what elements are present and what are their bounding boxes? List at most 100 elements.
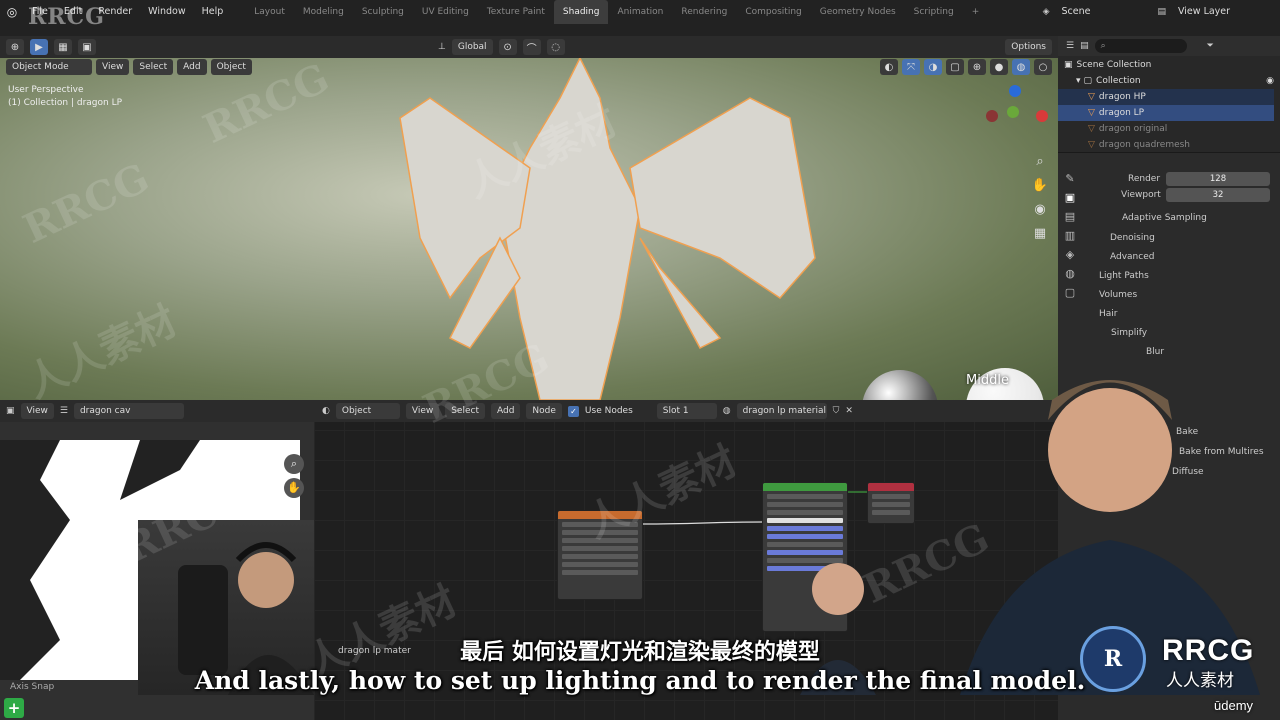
view-layer-tab-icon[interactable]: ▥ [1065, 229, 1075, 242]
menu-help[interactable]: Help [194, 0, 232, 24]
proportional-edit-icon[interactable]: ◌ [546, 39, 565, 55]
gizmo-y-axis[interactable] [1007, 106, 1019, 118]
image-selector[interactable]: dragon cav [73, 403, 184, 419]
outliner-item-dragon-lp[interactable]: ▽ dragon LP [1058, 105, 1274, 121]
outliner-search-field[interactable]: ⌕ [1094, 39, 1187, 53]
grid-view-icon[interactable]: ▦ [1030, 224, 1050, 244]
node-socket [872, 510, 910, 515]
view-layer-selector[interactable]: View Layer [1170, 0, 1280, 24]
collection-expand-icon[interactable]: ▾ [1076, 76, 1081, 86]
pan-hand-icon[interactable]: ✋ [1030, 176, 1050, 196]
camera-icon[interactable]: ◉ [1030, 200, 1050, 220]
editor-type-icon[interactable]: ▣ [6, 406, 15, 416]
viewport-menu-add[interactable]: Add [177, 59, 207, 75]
outliner-collection[interactable]: ▾ ▢ Collection ◉ [1058, 73, 1274, 89]
section-hair[interactable]: Hair [1099, 309, 1117, 319]
workspace-tab-layout[interactable]: Layout [245, 0, 294, 24]
viewport-menu-view[interactable]: View [96, 59, 130, 75]
view-layer-icon: ▤ [1157, 7, 1166, 17]
editor-type-icon[interactable]: ◐ [322, 406, 330, 416]
workspace-tab-uv-editing[interactable]: UV Editing [413, 0, 478, 24]
xray-icon[interactable]: ▢ [946, 59, 964, 75]
select-tool-icon[interactable]: ▶ [30, 39, 48, 55]
workspace-tab-scripting[interactable]: Scripting [905, 0, 963, 24]
section-simplify[interactable]: Simplify [1111, 328, 1147, 338]
section-denoising[interactable]: Denoising [1110, 233, 1155, 243]
collection-eye-icon[interactable]: ◉ [1266, 76, 1274, 86]
workspace-tab-rendering[interactable]: Rendering [672, 0, 736, 24]
scene-selector[interactable]: Scene [1053, 0, 1157, 24]
image-zoom-icon[interactable]: ⌕ [284, 454, 304, 474]
gizmo-z-axis[interactable] [1009, 85, 1021, 97]
gizmo-x-axis[interactable] [1036, 110, 1048, 122]
workspace-tab-texture-paint[interactable]: Texture Paint [478, 0, 554, 24]
outliner-type-icon[interactable]: ☰ [1066, 41, 1074, 51]
object-tab-icon[interactable]: ▢ [1065, 286, 1075, 299]
world-tab-icon[interactable]: ◍ [1065, 267, 1075, 280]
outliner-item-dragon-hp[interactable]: ▽ dragon HP [1058, 89, 1274, 105]
outliner-scene-collection[interactable]: ▣ Scene Collection [1058, 57, 1274, 73]
output-tab-icon[interactable]: ▤ [1065, 210, 1075, 223]
outliner-header: ☰ ▤ ⌕ ⏷ [1058, 36, 1280, 56]
outliner-item-dragon-quadremesh[interactable]: ▽ dragon quadremesh [1058, 137, 1274, 153]
gizmo-neg-x-axis[interactable] [986, 110, 998, 122]
shading-solid-icon[interactable]: ● [990, 59, 1008, 75]
shading-wireframe-icon[interactable]: ⊕ [968, 59, 986, 75]
tool-tab-icon[interactable]: ✎ [1065, 172, 1074, 185]
editor-type-icon[interactable]: ⊕ [6, 39, 24, 55]
image-pan-icon[interactable]: ✋ [284, 478, 304, 498]
shader-type-dropdown[interactable]: Object [335, 403, 400, 419]
filter-icon[interactable]: ⏷ [1207, 41, 1214, 51]
rrcg-logo-text: RRCG [1162, 634, 1255, 667]
options-dropdown[interactable]: Options [1005, 39, 1052, 55]
section-adaptive-sampling[interactable]: Adaptive Sampling [1122, 213, 1207, 223]
material-output-node[interactable] [867, 482, 915, 524]
overlay-icon[interactable]: ◑ [924, 59, 942, 75]
select-extend-icon[interactable]: ▣ [78, 39, 96, 55]
viewport-menu-object[interactable]: Object [210, 59, 252, 75]
material-selector[interactable]: dragon lp material [736, 403, 827, 419]
shading-material-icon[interactable]: ◍ [1012, 59, 1030, 75]
use-nodes-checkbox[interactable]: ✓ [567, 405, 579, 417]
snap-icon[interactable]: ⌒ [522, 39, 541, 55]
scene-tab-icon[interactable]: ◈ [1066, 248, 1074, 261]
render-samples-field[interactable]: 128 [1166, 172, 1270, 186]
transform-orientation-dropdown[interactable]: Global [451, 39, 493, 55]
node-socket [872, 494, 910, 499]
section-advanced[interactable]: Advanced [1110, 252, 1154, 262]
shading-rendered-icon[interactable]: ○ [1034, 59, 1052, 75]
menu-icon[interactable]: ☰ [60, 406, 68, 416]
section-volumes[interactable]: Volumes [1099, 290, 1137, 300]
display-mode-icon[interactable]: ▤ [1080, 41, 1089, 51]
visibility-icon[interactable]: ◐ [880, 59, 898, 75]
slot-dropdown[interactable]: Slot 1 [656, 403, 717, 419]
node-menu-add[interactable]: Add [490, 403, 521, 419]
viewport-menu-select[interactable]: Select [133, 59, 174, 75]
viewport-samples-field[interactable]: 32 [1166, 188, 1270, 202]
select-mode-icon[interactable]: ▦ [54, 39, 72, 55]
workspace-tab-shading[interactable]: Shading [553, 0, 609, 24]
blender-logo-icon[interactable]: ◎ [0, 0, 24, 24]
pivot-icon[interactable]: ⊙ [498, 39, 517, 55]
section-light-paths[interactable]: Light Paths [1099, 271, 1149, 281]
unlink-icon[interactable]: ✕ [845, 406, 853, 416]
render-tab-icon[interactable]: ▣ [1065, 191, 1075, 204]
outliner-item-label: dragon original [1098, 124, 1168, 134]
workspace-tab-sculpting[interactable]: Sculpting [353, 0, 413, 24]
gizmo-toggle-icon[interactable]: ⤧ [902, 59, 920, 75]
outliner-item-label: dragon quadremesh [1098, 140, 1191, 150]
menu-window[interactable]: Window [140, 0, 193, 24]
outliner-item-dragon-original[interactable]: ▽ dragon original [1058, 121, 1274, 137]
fake-user-icon[interactable]: ⛉ [833, 406, 840, 416]
node-menu-node[interactable]: Node [526, 403, 562, 419]
add-workspace-icon[interactable]: + [963, 0, 989, 24]
workspace-tab-geometry-nodes[interactable]: Geometry Nodes [811, 0, 905, 24]
add-icon[interactable]: + [4, 698, 24, 718]
workspace-tab-compositing[interactable]: Compositing [736, 0, 810, 24]
mesh-icon: ▽ [1088, 108, 1095, 118]
zoom-icon[interactable]: ⌕ [1030, 152, 1050, 172]
properties-tabs: ✎ ▣ ▤ ▥ ◈ ◍ ▢ [1058, 172, 1082, 342]
mode-dropdown[interactable]: Object Mode [6, 59, 92, 75]
workspace-tab-animation[interactable]: Animation [608, 0, 672, 24]
workspace-tab-modeling[interactable]: Modeling [294, 0, 353, 24]
